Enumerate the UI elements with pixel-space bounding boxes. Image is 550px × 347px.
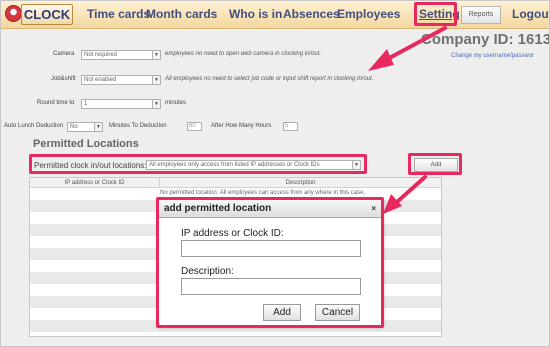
arrow-line-icon [380,26,447,64]
arrow-line-icon [395,175,427,204]
arrowhead-icon [368,49,394,71]
dialog-highlight [156,197,384,328]
app-window: CLOCK Time cards Month cards Who is in A… [0,0,550,347]
arrowhead-icon [383,194,402,214]
